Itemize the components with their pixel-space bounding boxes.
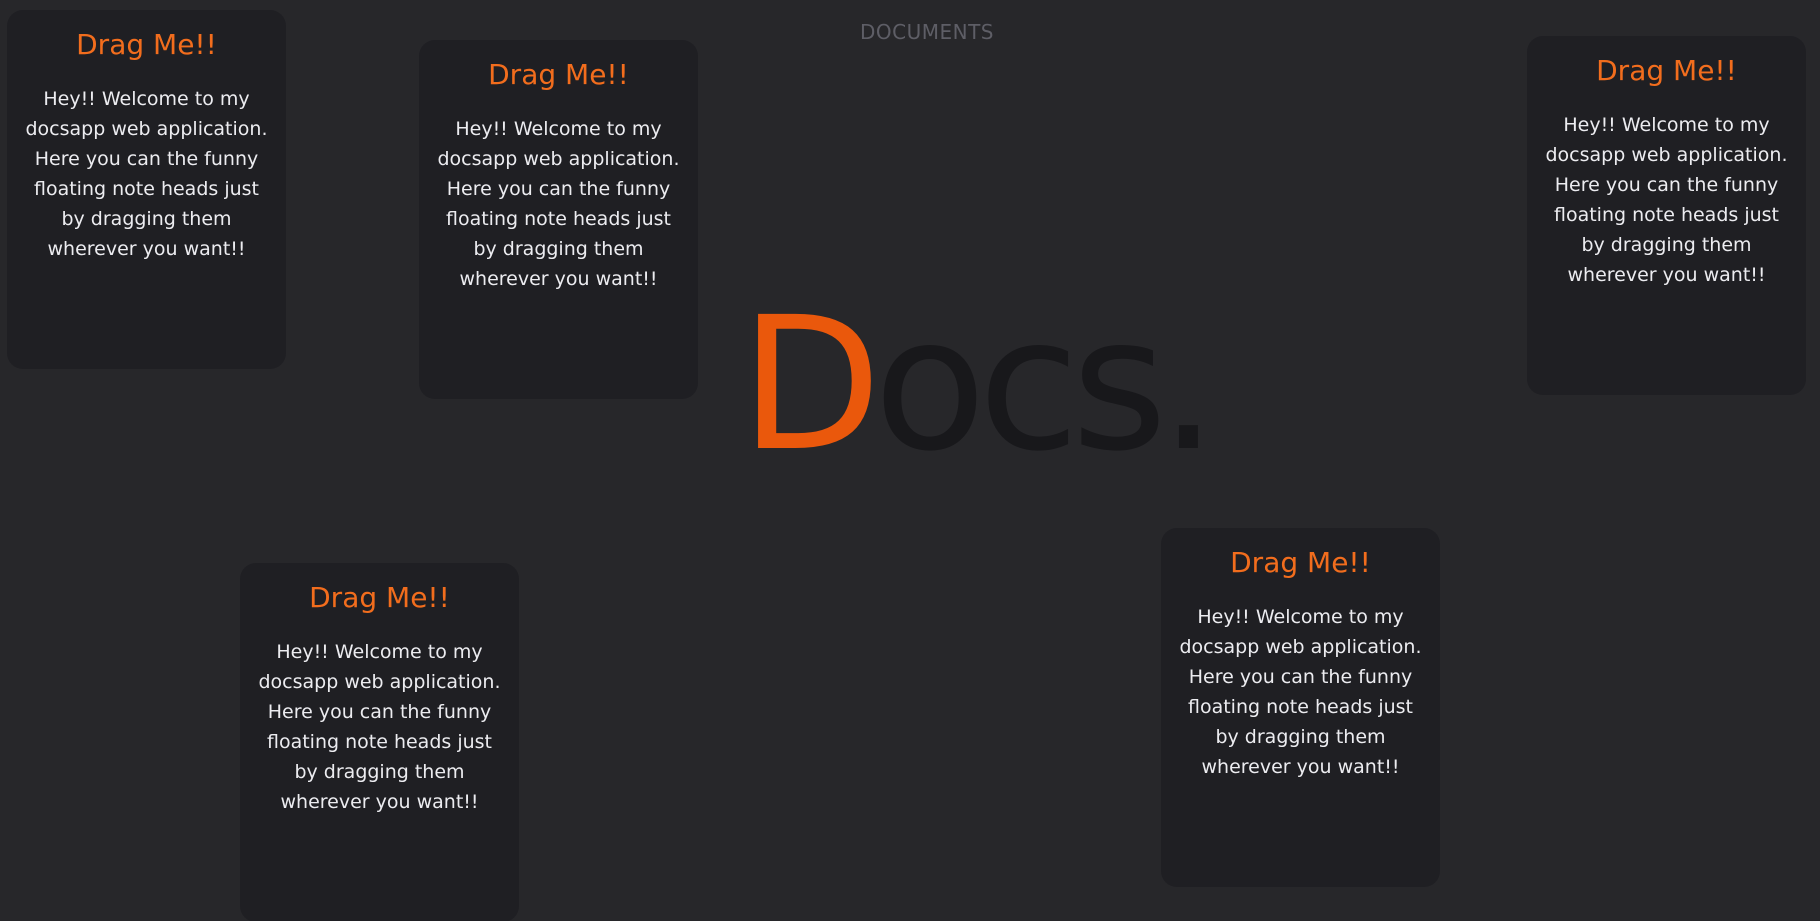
note-card-title: Drag Me!! [488,58,629,91]
note-card-body: Hey!! Welcome to my docsapp web applicat… [437,118,680,290]
note-card-title: Drag Me!! [309,581,450,614]
note-card-title: Drag Me!! [1596,54,1737,87]
note-card-title: Drag Me!! [76,28,217,61]
docs-logo: Docs. [740,290,1218,480]
draggable-note-card[interactable]: Drag Me!! Hey!! Welcome to my docsapp we… [7,10,286,369]
note-card-body: Hey!! Welcome to my docsapp web applicat… [258,641,501,813]
note-card-body: Hey!! Welcome to my docsapp web applicat… [25,88,268,260]
draggable-note-card[interactable]: Drag Me!! Hey!! Welcome to my docsapp we… [419,40,698,399]
page-canvas: DOCUMENTS Docs. Drag Me!! Hey!! Welcome … [0,0,1820,921]
draggable-note-card[interactable]: Drag Me!! Hey!! Welcome to my docsapp we… [240,563,519,921]
note-card-body: Hey!! Welcome to my docsapp web applicat… [1179,606,1422,778]
note-card-body: Hey!! Welcome to my docsapp web applicat… [1545,114,1788,286]
logo-accent-letter: D [740,278,882,492]
draggable-note-card[interactable]: Drag Me!! Hey!! Welcome to my docsapp we… [1527,36,1806,395]
logo-wordmark-rest: ocs. [873,278,1218,492]
note-card-title: Drag Me!! [1230,546,1371,579]
draggable-note-card[interactable]: Drag Me!! Hey!! Welcome to my docsapp we… [1161,528,1440,887]
